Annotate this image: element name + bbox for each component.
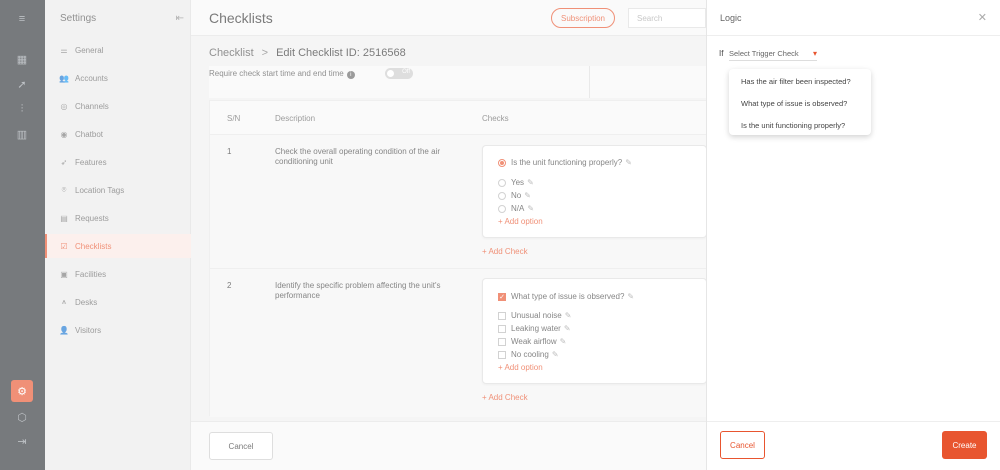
dropdown-option[interactable]: What type of issue is observed? <box>741 99 847 108</box>
modal-overlay[interactable] <box>0 0 706 470</box>
trigger-placeholder: Select Trigger Check <box>729 49 799 58</box>
if-label: If <box>719 49 724 58</box>
dropdown-option[interactable]: Is the unit functioning properly? <box>741 121 845 130</box>
close-icon[interactable]: ✕ <box>978 11 987 24</box>
drawer-header: Logic ✕ <box>707 0 1000 36</box>
caret-down-icon: ▾ <box>812 49 817 58</box>
drawer-cancel-button[interactable]: Cancel <box>720 431 765 459</box>
drawer-footer: Cancel Create <box>707 421 1000 470</box>
trigger-check-select[interactable]: Select Trigger Check ▾ <box>729 47 817 61</box>
trigger-dropdown: Has the air filter been inspected? What … <box>729 69 871 135</box>
create-button[interactable]: Create <box>942 431 987 459</box>
logic-drawer: Logic ✕ If Select Trigger Check ▾ Has th… <box>706 0 1000 470</box>
dropdown-option[interactable]: Has the air filter been inspected? <box>741 77 851 86</box>
drawer-title: Logic <box>720 13 742 23</box>
